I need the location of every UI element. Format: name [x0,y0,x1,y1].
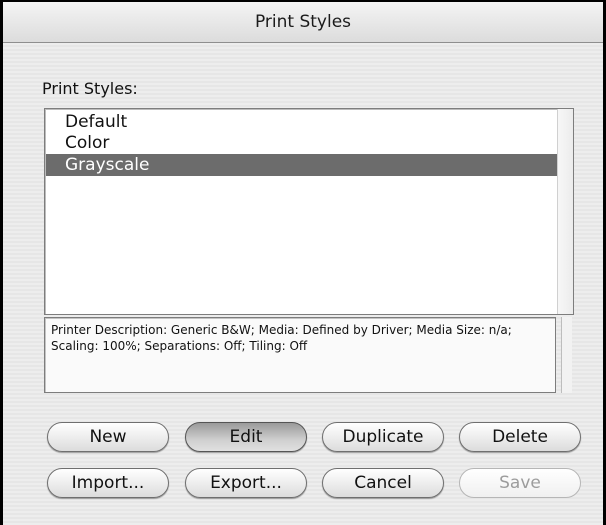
list-scrollbar[interactable] [557,109,573,314]
import-button[interactable]: Import... [47,468,169,498]
print-styles-dialog: Print Styles Print Styles: Default Color… [0,0,606,525]
list-item-default[interactable]: Default [46,111,557,133]
list-item-grayscale[interactable]: Grayscale [46,154,557,176]
section-label: Print Styles: [42,79,138,98]
duplicate-button[interactable]: Duplicate [322,422,444,452]
list-item-color[interactable]: Color [46,132,557,154]
dialog-content: Print Styles: Default Color Grayscale Pr… [3,43,603,525]
cancel-button[interactable]: Cancel [322,468,444,498]
new-button[interactable]: New [47,422,169,452]
delete-button[interactable]: Delete [459,422,581,452]
styles-list[interactable]: Default Color Grayscale [44,108,574,315]
description-scrollbar[interactable] [561,317,572,393]
edit-button[interactable]: Edit [185,422,307,452]
style-description: Printer Description: Generic B&W; Media:… [44,317,556,393]
window-title: Print Styles [3,2,603,43]
save-button: Save [459,468,581,498]
export-button[interactable]: Export... [185,468,307,498]
